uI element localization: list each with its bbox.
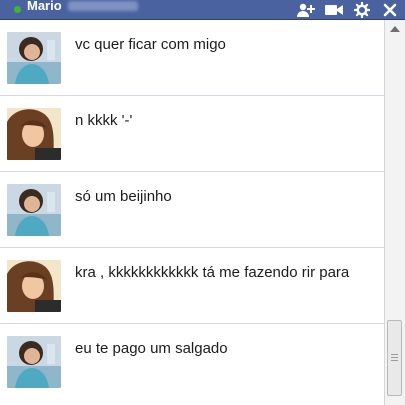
message-row: vc quer ficar com migo bbox=[0, 20, 384, 96]
scroll-up-arrow-icon[interactable] bbox=[388, 23, 402, 33]
conversation-area: vc quer ficar com migo n kkkk '-' só um … bbox=[0, 20, 384, 405]
avatar[interactable] bbox=[7, 108, 61, 160]
online-status-icon bbox=[14, 6, 21, 13]
titlebar-actions bbox=[289, 0, 401, 20]
gear-icon[interactable] bbox=[351, 1, 373, 19]
scrollbar[interactable] bbox=[384, 20, 405, 405]
close-icon[interactable] bbox=[379, 1, 401, 19]
avatar[interactable] bbox=[7, 260, 61, 312]
message-row: kra , kkkkkkkkkkkk tá me fazendo rir par… bbox=[0, 248, 384, 324]
scrollbar-grip bbox=[391, 360, 398, 361]
message-text: eu te pago um salgado bbox=[75, 340, 228, 357]
message-row: eu te pago um salgado bbox=[0, 324, 384, 400]
message-text: n kkkk '-' bbox=[75, 112, 133, 129]
message-row: só um beijinho bbox=[0, 172, 384, 248]
scrollbar-grip bbox=[391, 357, 398, 358]
message-row: n kkkk '-' bbox=[0, 96, 384, 172]
avatar[interactable] bbox=[7, 336, 61, 388]
message-text: só um beijinho bbox=[75, 188, 172, 205]
redacted-surname bbox=[67, 0, 138, 11]
message-text: kra , kkkkkkkkkkkk tá me fazendo rir par… bbox=[75, 264, 350, 281]
scrollbar-thumb[interactable] bbox=[387, 320, 402, 396]
avatar[interactable] bbox=[7, 184, 61, 236]
video-call-icon[interactable] bbox=[323, 1, 345, 19]
scrollbar-grip bbox=[391, 354, 398, 355]
chat-titlebar: Mario bbox=[0, 0, 405, 20]
avatar[interactable] bbox=[7, 32, 61, 84]
add-friend-icon[interactable] bbox=[295, 1, 317, 19]
message-text: vc quer ficar com migo bbox=[75, 36, 226, 53]
chat-contact-name[interactable]: Mario bbox=[27, 0, 62, 13]
